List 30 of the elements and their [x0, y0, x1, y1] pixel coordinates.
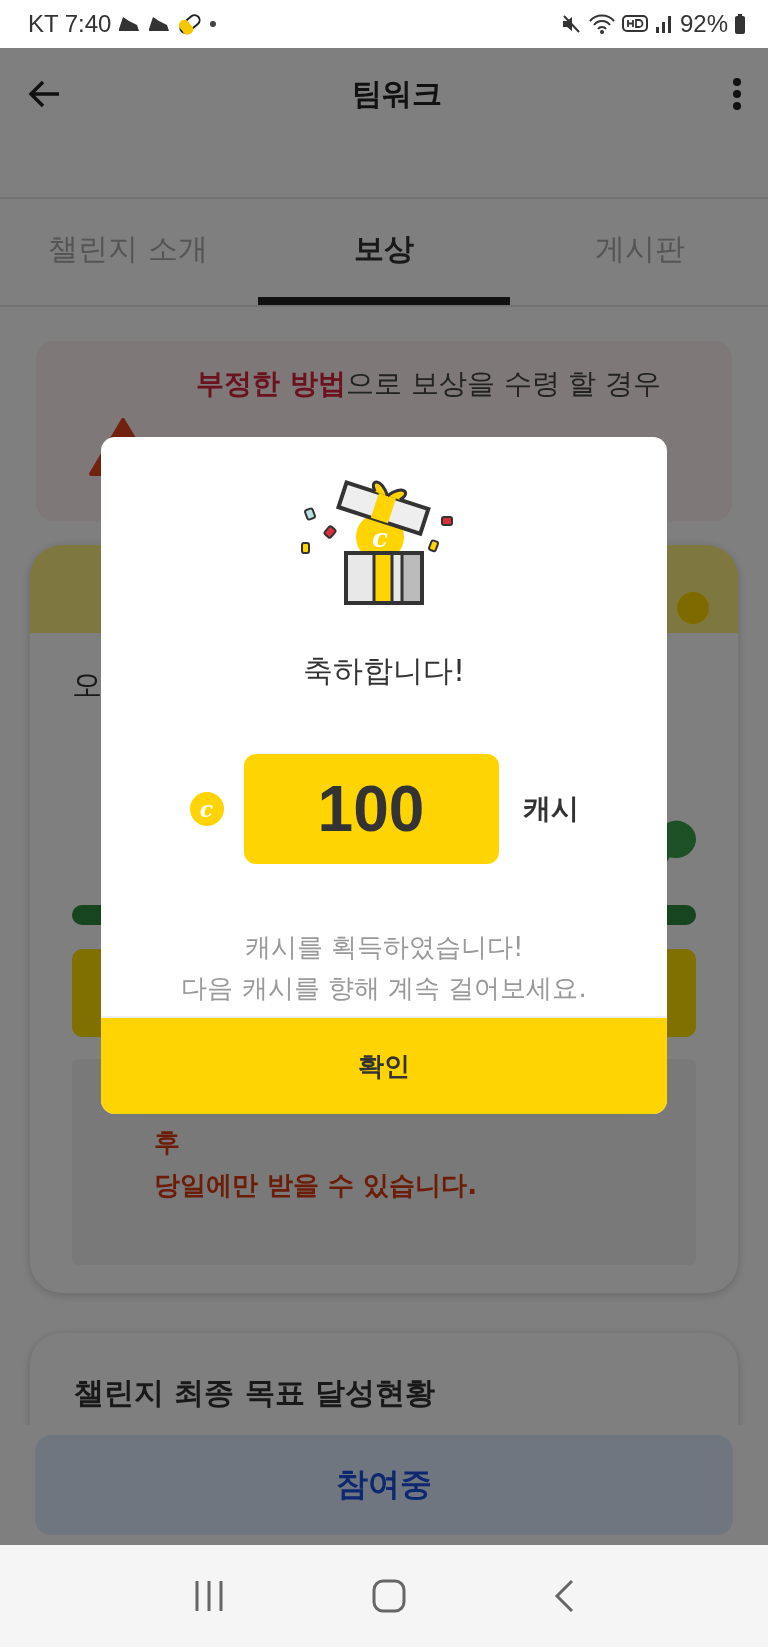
wifi-icon [587, 13, 616, 35]
tab[interactable]: 보상 [258, 199, 510, 305]
recent-apps-icon[interactable] [193, 1579, 226, 1613]
dialog-title: 축하합니다! [303, 652, 465, 690]
dialog-message: 다음 캐시를 향해 계속 걸어보세요. [181, 972, 587, 1005]
back-icon[interactable] [28, 79, 62, 109]
coin-icon: c [189, 792, 224, 826]
dialog-message: 캐시를 획득하였습니다! [244, 931, 524, 964]
join-button[interactable]: 참여중 [35, 1435, 733, 1535]
gift-drawing: c [294, 477, 474, 607]
hd-icon [621, 13, 648, 35]
coin-icon [676, 591, 710, 625]
clock: 7:40 [64, 10, 112, 38]
warning-text: 부정한 방법으로 보상을 수령 할 경우 [196, 366, 662, 402]
goal-title: 챌린지 최종 목표 달성현황 [74, 1375, 436, 1410]
cash-amount: 100 [243, 754, 499, 864]
battery-icon [734, 13, 746, 35]
notice-text: 후 [154, 1126, 181, 1159]
dot-icon [209, 20, 218, 28]
more-icon[interactable] [732, 77, 742, 111]
home-icon[interactable] [372, 1579, 406, 1613]
signal-icon [653, 13, 674, 35]
cash-unit: 캐시 [522, 791, 579, 827]
screen-title: 팀워크 [352, 74, 442, 113]
carrier: KT [28, 10, 59, 38]
battery-level: 92% [679, 10, 728, 38]
back-nav-icon[interactable] [552, 1579, 575, 1613]
confirm-button[interactable]: 확인 [101, 1018, 667, 1114]
notice-text: 당일에만 받을 수 있습니다. [154, 1169, 479, 1202]
card-heading: 오 [72, 666, 102, 704]
